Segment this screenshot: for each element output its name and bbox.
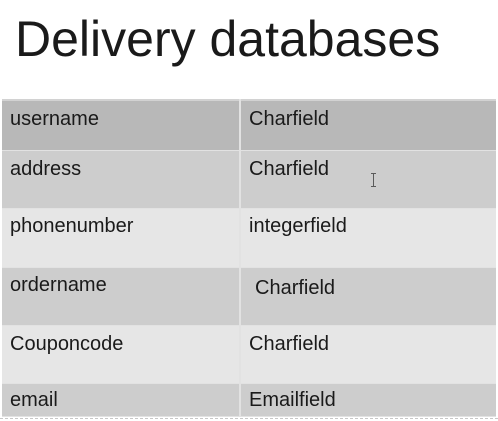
field-name: Couponcode <box>10 333 124 355</box>
field-type: Charfield <box>249 108 330 130</box>
field-type: Charfield <box>249 333 330 355</box>
table-row: Couponcode Charfield <box>2 325 496 384</box>
field-type: Charfield <box>255 277 336 299</box>
field-name-cell[interactable]: Couponcode <box>2 325 241 384</box>
field-type-cell[interactable]: Charfield <box>240 150 496 209</box>
field-type: Charfield <box>249 158 330 180</box>
field-type-cell[interactable]: Charfield <box>240 325 496 384</box>
field-name: username <box>10 108 99 130</box>
field-type-cell[interactable]: Charfield <box>240 267 496 326</box>
field-name-cell[interactable]: phonenumber <box>2 208 241 268</box>
field-type: integerfield <box>249 215 347 237</box>
field-name-cell[interactable]: ordername <box>2 267 241 326</box>
table-row: ordername Charfield <box>2 267 496 326</box>
field-name: ordername <box>10 274 107 296</box>
table-row: username Charfield <box>2 100 496 151</box>
text-cursor-icon <box>371 173 376 187</box>
table-row: email Emailfield <box>2 383 496 417</box>
table-row: phonenumber integerfield <box>2 208 496 268</box>
table-row: address Charfield <box>2 150 496 209</box>
slide-bottom-divider <box>0 418 498 419</box>
field-name: email <box>10 389 58 411</box>
field-type-cell[interactable]: integerfield <box>240 208 496 268</box>
field-type: Emailfield <box>249 389 336 411</box>
slide-title: Delivery databases <box>15 11 441 67</box>
field-name-cell[interactable]: username <box>2 100 241 151</box>
field-name-cell[interactable]: email <box>2 383 241 417</box>
field-type-cell[interactable]: Emailfield <box>240 383 496 417</box>
database-fields-table: username Charfield address Charfield pho… <box>2 99 496 417</box>
field-type-cell[interactable]: Charfield <box>240 100 496 151</box>
field-name-cell[interactable]: address <box>2 150 241 209</box>
field-name: phonenumber <box>10 215 134 237</box>
field-name: address <box>10 158 82 180</box>
